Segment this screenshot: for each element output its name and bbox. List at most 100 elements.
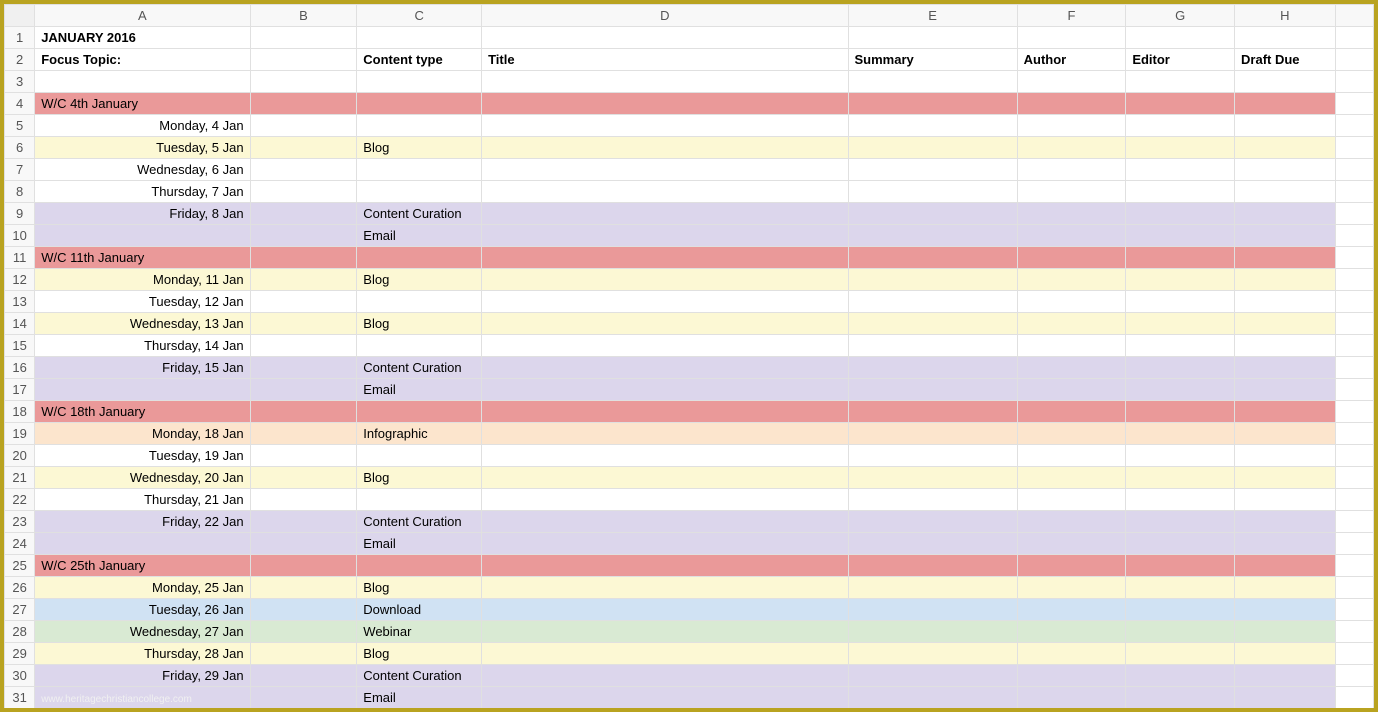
cell-B23[interactable]	[250, 511, 357, 533]
cell-extra-17[interactable]	[1335, 379, 1373, 401]
cell-E10[interactable]	[848, 225, 1017, 247]
cell-A27[interactable]: Tuesday, 26 Jan	[35, 599, 250, 621]
cell-G27[interactable]	[1126, 599, 1235, 621]
cell-extra-20[interactable]	[1335, 445, 1373, 467]
cell-extra-25[interactable]	[1335, 555, 1373, 577]
cell-E29[interactable]	[848, 643, 1017, 665]
cell-C10[interactable]: Email	[357, 225, 482, 247]
row-header[interactable]: 15	[5, 335, 35, 357]
cell-A30[interactable]: Friday, 29 Jan	[35, 665, 250, 687]
cell-D9[interactable]	[482, 203, 848, 225]
cell-H16[interactable]	[1235, 357, 1336, 379]
cell-E21[interactable]	[848, 467, 1017, 489]
cell-extra-14[interactable]	[1335, 313, 1373, 335]
cell-A23[interactable]: Friday, 22 Jan	[35, 511, 250, 533]
cell-B21[interactable]	[250, 467, 357, 489]
cell-E3[interactable]	[848, 71, 1017, 93]
cell-C31[interactable]: Email	[357, 687, 482, 709]
row-header[interactable]: 18	[5, 401, 35, 423]
cell-E25[interactable]	[848, 555, 1017, 577]
cell-D27[interactable]	[482, 599, 848, 621]
cell-H10[interactable]	[1235, 225, 1336, 247]
cell-H25[interactable]	[1235, 555, 1336, 577]
cell-D7[interactable]	[482, 159, 848, 181]
cell-G29[interactable]	[1126, 643, 1235, 665]
cell-D18[interactable]	[482, 401, 848, 423]
cell-D4[interactable]	[482, 93, 848, 115]
cell-D8[interactable]	[482, 181, 848, 203]
cell-E2[interactable]: Summary	[848, 49, 1017, 71]
cell-B3[interactable]	[250, 71, 357, 93]
cell-F4[interactable]	[1017, 93, 1126, 115]
row-header[interactable]: 9	[5, 203, 35, 225]
cell-extra-3[interactable]	[1335, 71, 1373, 93]
cell-E1[interactable]	[848, 27, 1017, 49]
cell-H19[interactable]	[1235, 423, 1336, 445]
cell-G10[interactable]	[1126, 225, 1235, 247]
cell-B29[interactable]	[250, 643, 357, 665]
cell-F22[interactable]	[1017, 489, 1126, 511]
cell-H2[interactable]: Draft Due	[1235, 49, 1336, 71]
cell-A9[interactable]: Friday, 8 Jan	[35, 203, 250, 225]
cell-F20[interactable]	[1017, 445, 1126, 467]
cell-E31[interactable]	[848, 687, 1017, 709]
row-header[interactable]: 21	[5, 467, 35, 489]
row-header[interactable]: 19	[5, 423, 35, 445]
cell-B20[interactable]	[250, 445, 357, 467]
cell-C24[interactable]: Email	[357, 533, 482, 555]
cell-B4[interactable]	[250, 93, 357, 115]
cell-F3[interactable]	[1017, 71, 1126, 93]
cell-B17[interactable]	[250, 379, 357, 401]
cell-H15[interactable]	[1235, 335, 1336, 357]
cell-extra-31[interactable]	[1335, 687, 1373, 709]
cell-H5[interactable]	[1235, 115, 1336, 137]
cell-C11[interactable]	[357, 247, 482, 269]
cell-F13[interactable]	[1017, 291, 1126, 313]
cell-B9[interactable]	[250, 203, 357, 225]
cell-H28[interactable]	[1235, 621, 1336, 643]
cell-C26[interactable]: Blog	[357, 577, 482, 599]
cell-H6[interactable]	[1235, 137, 1336, 159]
cell-extra-10[interactable]	[1335, 225, 1373, 247]
cell-F16[interactable]	[1017, 357, 1126, 379]
cell-F9[interactable]	[1017, 203, 1126, 225]
cell-B30[interactable]	[250, 665, 357, 687]
cell-B28[interactable]	[250, 621, 357, 643]
cell-A22[interactable]: Thursday, 21 Jan	[35, 489, 250, 511]
cell-B13[interactable]	[250, 291, 357, 313]
cell-H18[interactable]	[1235, 401, 1336, 423]
cell-E14[interactable]	[848, 313, 1017, 335]
cell-G24[interactable]	[1126, 533, 1235, 555]
cell-E22[interactable]	[848, 489, 1017, 511]
cell-H7[interactable]	[1235, 159, 1336, 181]
sheet-corner[interactable]	[5, 5, 35, 27]
cell-E11[interactable]	[848, 247, 1017, 269]
cell-H21[interactable]	[1235, 467, 1336, 489]
cell-H3[interactable]	[1235, 71, 1336, 93]
cell-C3[interactable]	[357, 71, 482, 93]
cell-A4[interactable]: W/C 4th January	[35, 93, 250, 115]
cell-B18[interactable]	[250, 401, 357, 423]
cell-A20[interactable]: Tuesday, 19 Jan	[35, 445, 250, 467]
cell-A25[interactable]: W/C 25th January	[35, 555, 250, 577]
cell-D24[interactable]	[482, 533, 848, 555]
row-header[interactable]: 11	[5, 247, 35, 269]
row-header[interactable]: 6	[5, 137, 35, 159]
cell-C17[interactable]: Email	[357, 379, 482, 401]
row-header[interactable]: 17	[5, 379, 35, 401]
cell-F12[interactable]	[1017, 269, 1126, 291]
cell-extra-27[interactable]	[1335, 599, 1373, 621]
cell-C13[interactable]	[357, 291, 482, 313]
cell-D21[interactable]	[482, 467, 848, 489]
cell-A7[interactable]: Wednesday, 6 Jan	[35, 159, 250, 181]
cell-E15[interactable]	[848, 335, 1017, 357]
cell-E4[interactable]	[848, 93, 1017, 115]
col-header-H[interactable]: H	[1235, 5, 1336, 27]
col-header-E[interactable]: E	[848, 5, 1017, 27]
cell-E16[interactable]	[848, 357, 1017, 379]
cell-E19[interactable]	[848, 423, 1017, 445]
cell-G5[interactable]	[1126, 115, 1235, 137]
cell-H23[interactable]	[1235, 511, 1336, 533]
cell-F24[interactable]	[1017, 533, 1126, 555]
col-header-G[interactable]: G	[1126, 5, 1235, 27]
